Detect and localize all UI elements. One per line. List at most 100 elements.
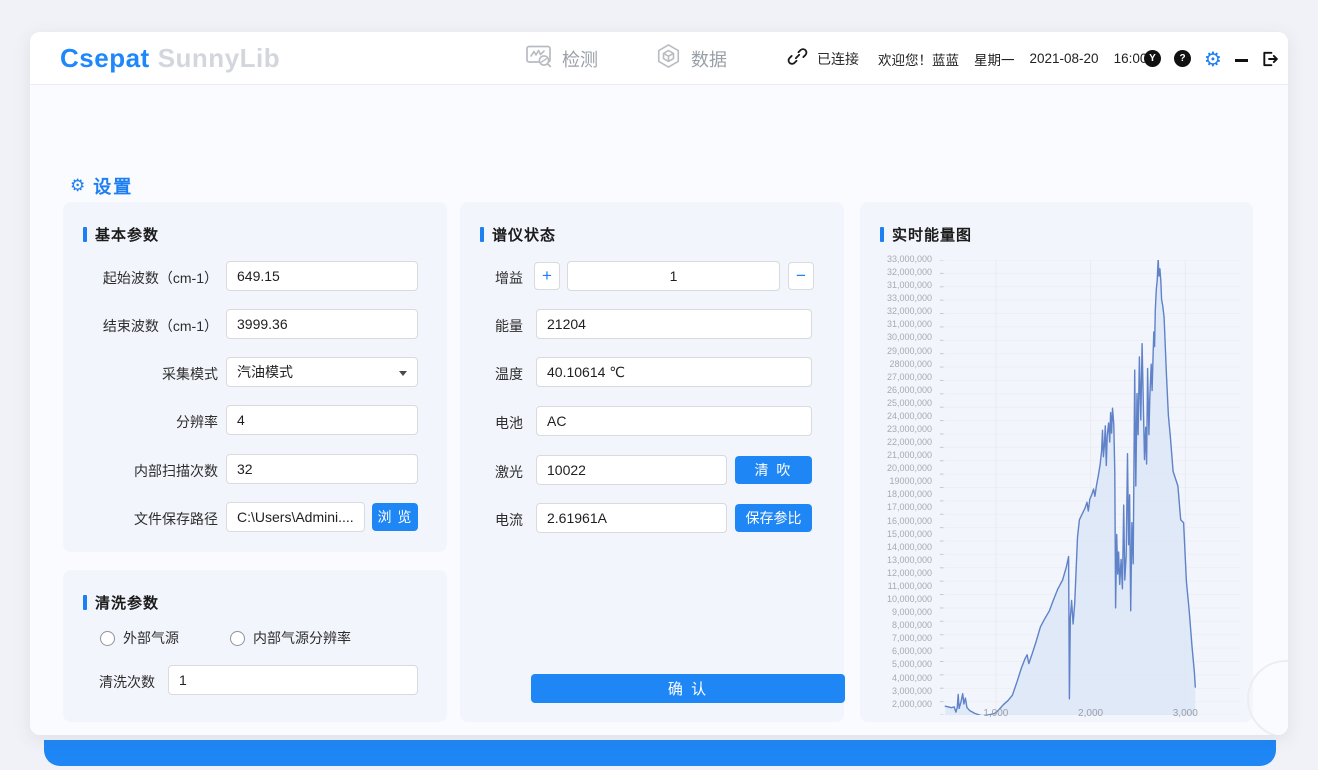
screen: Csepat SunnyLib 检测 <box>0 0 1318 770</box>
title-accent-bar <box>480 227 484 242</box>
panel-basic-title-text: 基本参数 <box>95 224 159 245</box>
connection-status-label: 已连接 <box>817 49 859 69</box>
laser-input[interactable] <box>536 455 727 485</box>
collect-mode-value: 汽油模式 <box>237 362 293 382</box>
x-axis-tick-label: 1,000 <box>983 708 1008 719</box>
gain-input[interactable] <box>567 261 780 291</box>
purge-blow-button[interactable]: 清 吹 <box>735 456 812 484</box>
logo-primary: Csepat <box>60 43 150 73</box>
welcome-bar: 欢迎您！蓝蓝 星期一 2021-08-20 16:00 <box>878 32 1147 85</box>
exit-icon[interactable] <box>1261 50 1279 68</box>
panel-status-title-text: 谱仪状态 <box>492 224 556 245</box>
y-axis-tick-label: 8,000,000 <box>866 619 932 632</box>
y-axis-tick-label: 13,000,000 <box>866 554 932 567</box>
panel-status-title: 谱仪状态 <box>480 224 556 245</box>
welcome-date: 2021-08-20 <box>1030 51 1099 66</box>
energy-line-chart <box>940 260 1240 715</box>
y-axis-tick-label: 6,000,000 <box>866 645 932 658</box>
y-axis-tick-label: 7,000,000 <box>866 632 932 645</box>
start-wavenumber-input[interactable] <box>226 261 418 291</box>
minimize-icon[interactable] <box>1235 59 1248 61</box>
browse-button[interactable]: 浏 览 <box>372 503 418 531</box>
x-axis-tick-label: 2,000 <box>1078 708 1103 719</box>
save-reference-button[interactable]: 保存参比 <box>735 504 812 532</box>
y-axis-tick-label: 4,000,000 <box>866 672 932 685</box>
field-label-purge-count: 清洗次数 <box>99 672 155 692</box>
monitor-chart-icon <box>525 43 553 74</box>
page-gear-icon: ⚙ <box>70 178 85 195</box>
field-label-resolution: 分辨率 <box>176 412 218 432</box>
x-axis-tick-label: 3,000 <box>1173 708 1198 719</box>
nav-item-data-label: 数据 <box>691 46 727 72</box>
y-axis-tick-label: 12,000,000 <box>866 567 932 580</box>
field-label-current: 电流 <box>495 510 523 530</box>
settings-page: ⚙ 设置 基本参数 起始波数（cm-1） 结束波数（cm-1） 采集模式 汽油模… <box>30 85 1288 735</box>
y-axis-tick-label: 31,000,000 <box>866 318 932 331</box>
tools-icon[interactable]: Y <box>1144 50 1161 67</box>
y-axis-tick-label: 15,000,000 <box>866 528 932 541</box>
connection-status[interactable]: 已连接 <box>787 32 859 85</box>
title-accent-bar <box>83 227 87 242</box>
radio-circle-icon[interactable] <box>100 631 115 646</box>
logo-secondary: SunnyLib <box>158 43 280 73</box>
gain-decrease-button[interactable]: − <box>788 262 814 290</box>
y-axis-tick-label: 21,000,000 <box>866 449 932 462</box>
panel-chart-title: 实时能量图 <box>880 224 972 245</box>
temperature-input[interactable] <box>536 357 812 387</box>
panel-purge-title: 清洗参数 <box>83 592 159 613</box>
page-title-text: 设置 <box>93 173 133 199</box>
radio-circle-icon[interactable] <box>230 631 245 646</box>
ghost-circle-decoration <box>1247 660 1288 735</box>
y-axis-tick-label: 29,000,000 <box>866 345 932 358</box>
welcome-weekday: 星期一 <box>974 49 1015 69</box>
field-label-laser: 激光 <box>495 462 523 482</box>
radio-external-gas[interactable]: 外部气源 <box>100 628 179 648</box>
y-axis-tick-label: 25,000,000 <box>866 397 932 410</box>
gain-increase-button[interactable]: + <box>534 262 560 290</box>
y-axis-tick-label: 22,000,000 <box>866 436 932 449</box>
field-label-energy: 能量 <box>495 316 523 336</box>
current-input[interactable] <box>536 503 727 533</box>
nav-item-data[interactable]: 数据 <box>655 32 727 85</box>
panel-basic-params: 基本参数 起始波数（cm-1） 结束波数（cm-1） 采集模式 汽油模式 分辨率… <box>63 202 447 552</box>
y-axis-tick-label: 20,000,000 <box>866 462 932 475</box>
confirm-button[interactable]: 确 认 <box>531 674 845 703</box>
welcome-greeting: 欢迎您！蓝蓝 <box>878 49 959 69</box>
field-label-battery: 电池 <box>495 413 523 433</box>
y-axis-tick-label: 32,000,000 <box>866 266 932 279</box>
page-title: ⚙ 设置 <box>70 173 133 199</box>
purge-count-input[interactable] <box>168 665 418 695</box>
y-axis-tick-label: 24,000,000 <box>866 410 932 423</box>
app-header: Csepat SunnyLib 检测 <box>30 32 1288 85</box>
y-axis-tick-label: 2,000,000 <box>866 698 932 711</box>
chart-y-axis: 33,000,00032,000,00031,000,00033,000,000… <box>866 253 932 711</box>
nav-item-detect[interactable]: 检测 <box>525 32 598 85</box>
app-logo: Csepat SunnyLib <box>60 43 280 74</box>
title-accent-bar <box>83 595 87 610</box>
window-controls: Y ? ⚙ <box>1144 32 1279 85</box>
radio-internal-gas[interactable]: 内部气源分辨率 <box>230 628 351 648</box>
energy-input[interactable] <box>536 309 812 339</box>
data-cube-icon <box>655 43 682 74</box>
settings-gear-icon[interactable]: ⚙ <box>1204 49 1222 69</box>
y-axis-tick-label: 28000,000 <box>866 358 932 371</box>
panel-chart-title-text: 实时能量图 <box>892 224 972 245</box>
field-label-collect-mode: 采集模式 <box>162 364 218 384</box>
resolution-input[interactable] <box>226 405 418 435</box>
y-axis-tick-label: 5,000,000 <box>866 658 932 671</box>
save-path-input[interactable] <box>226 502 365 532</box>
help-icon[interactable]: ? <box>1174 50 1191 67</box>
scan-count-input[interactable] <box>226 454 418 484</box>
field-label-end-wavenumber: 结束波数（cm-1） <box>103 316 218 336</box>
nav-item-detect-label: 检测 <box>562 46 598 72</box>
panel-purge-params: 清洗参数 外部气源 内部气源分辨率 清洗次数 <box>63 570 447 722</box>
collect-mode-select[interactable]: 汽油模式 <box>226 357 418 387</box>
battery-input[interactable] <box>536 406 812 436</box>
field-label-gain: 增益 <box>495 268 523 288</box>
y-axis-tick-label: 33,000,000 <box>866 253 932 266</box>
panel-energy-chart: 实时能量图 33,000,00032,000,00031,000,00033,0… <box>860 202 1253 722</box>
end-wavenumber-input[interactable] <box>226 309 418 339</box>
radio-internal-gas-label: 内部气源分辨率 <box>253 628 351 648</box>
link-icon <box>787 46 808 72</box>
panel-spectrometer-status: 谱仪状态 增益 + − 能量 温度 电池 激光 清 吹 电流 保存参比 确 认 <box>460 202 844 722</box>
